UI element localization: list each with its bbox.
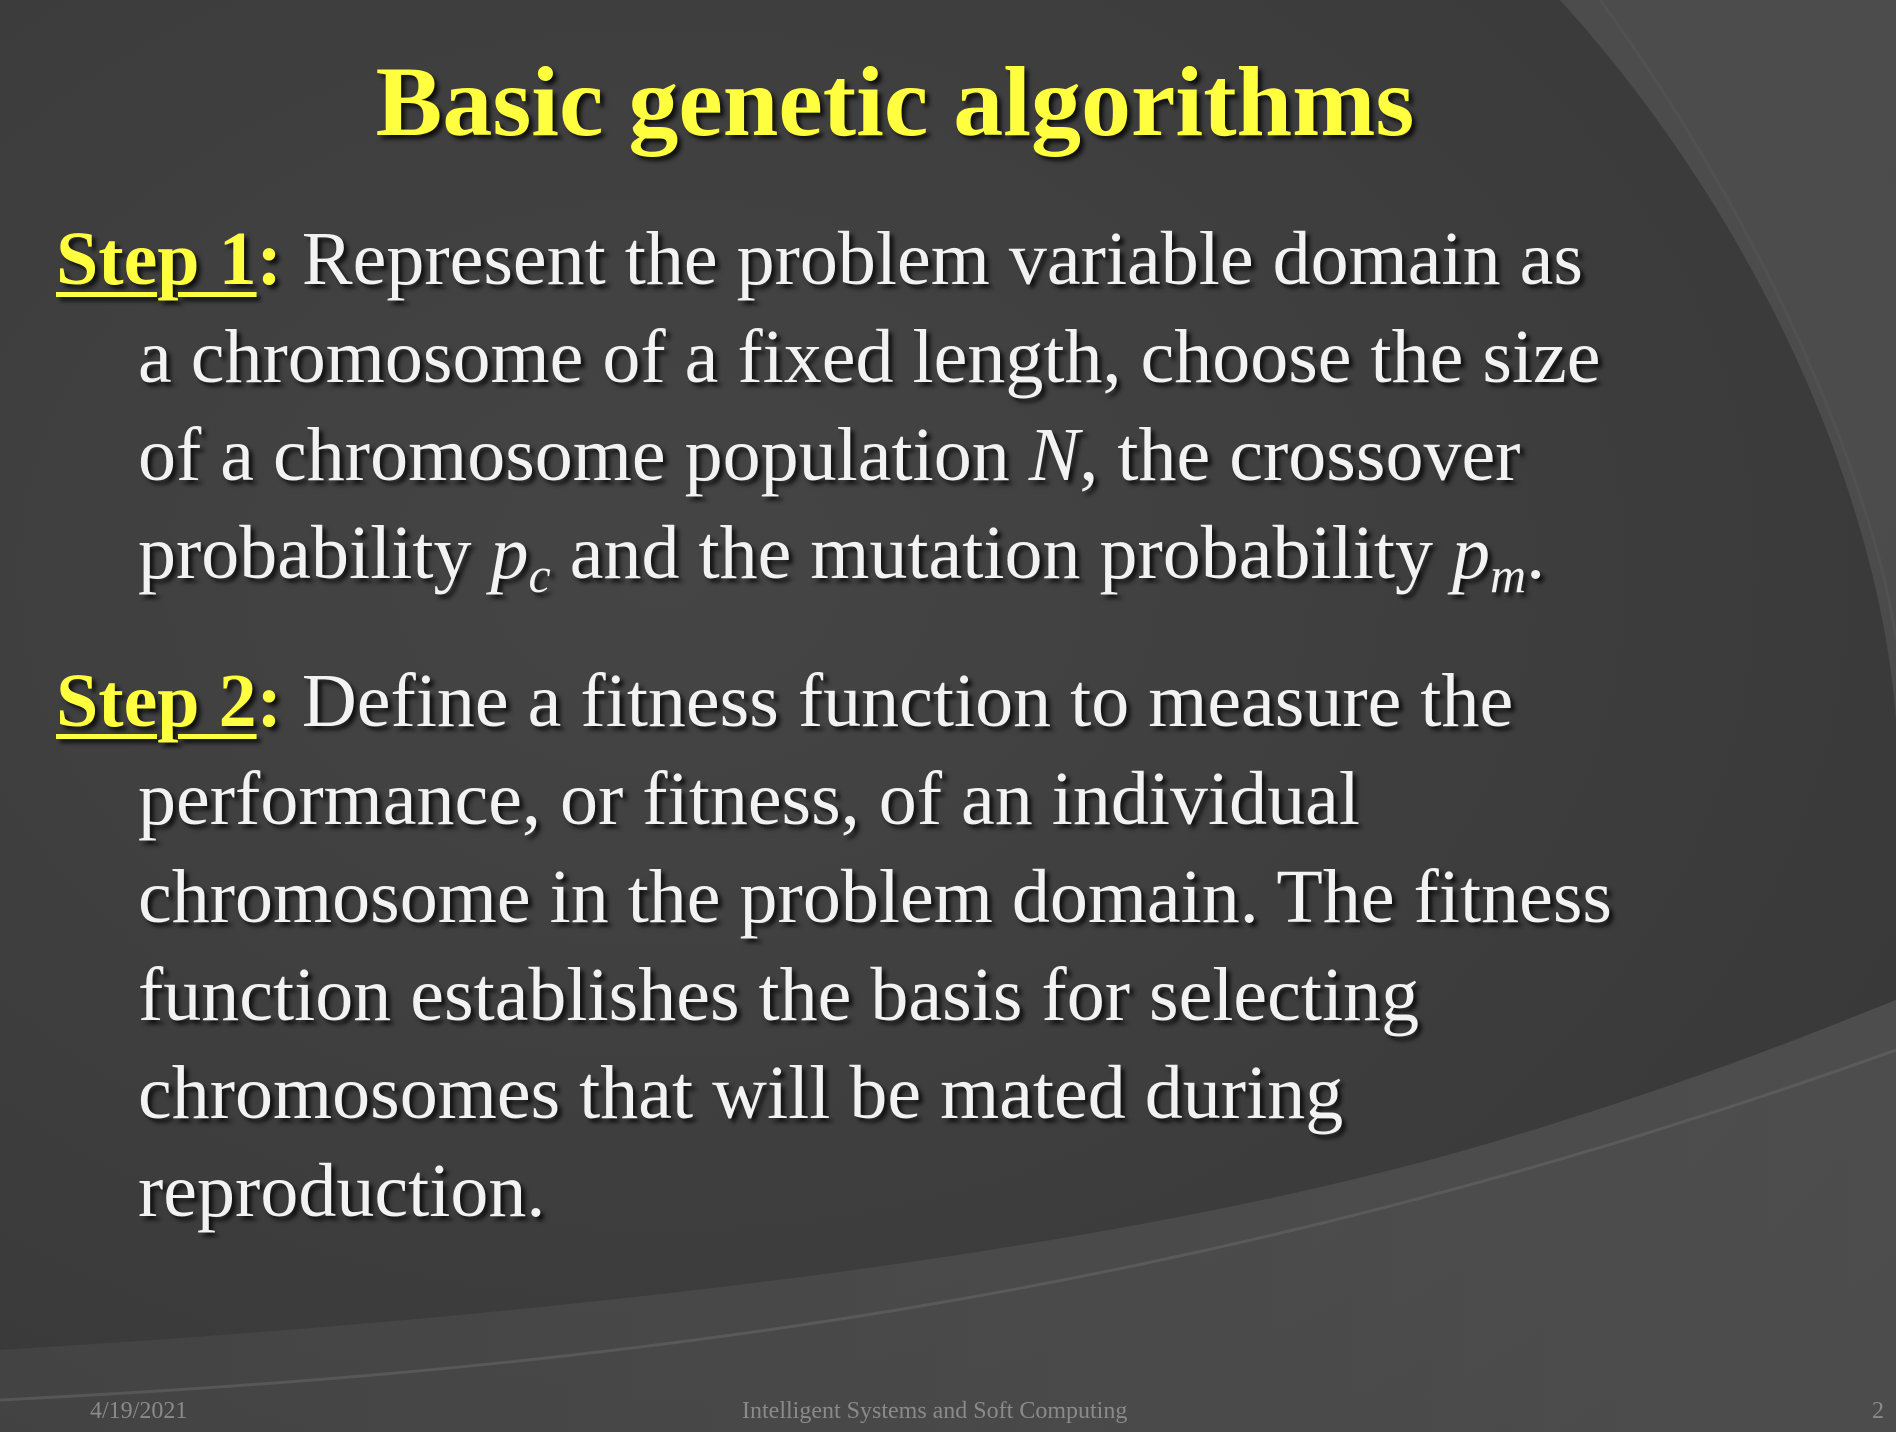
step-2-colon: : <box>256 659 282 743</box>
step-1-block: Step 1: Represent the problem variable do… <box>56 210 1756 602</box>
step-2-block: Step 2: Define a fitness function to meas… <box>56 652 1756 1240</box>
step-2-line-4: function establishes the basis for selec… <box>138 953 1420 1037</box>
step-1-line-3-a: of a chromosome population <box>138 413 1029 497</box>
slide-title: Basic genetic algorithms <box>375 46 1415 157</box>
step-1-line-4: probability pc and the mutation probabil… <box>56 504 1756 602</box>
step-1-line-2: a chromosome of a fixed length, choose t… <box>138 315 1601 399</box>
step-2-label: Step 2 <box>56 659 257 743</box>
step-2-line-1: Step 2: Define a fitness function to meas… <box>56 652 1756 750</box>
step-1-line-1: Step 1: Represent the problem variable do… <box>56 210 1756 308</box>
step-1-line-4-a: probability <box>138 511 491 595</box>
step-1-line-3-b: , the crossover <box>1079 413 1521 497</box>
step-1-text: Represent the problem variable domain as <box>301 217 1583 301</box>
footer-course-title: Intelligent Systems and Soft Computing <box>742 1398 1128 1424</box>
step-1-label: Step 1 <box>56 217 257 301</box>
step-1-line-4-b: and the mutation probability <box>550 511 1452 595</box>
mutation-probability-subscript: m <box>1490 547 1527 603</box>
population-size-variable: N <box>1028 413 1080 497</box>
step-2-text: Define a fitness function to measure the <box>301 659 1514 743</box>
step-2-line-3: chromosome in the problem domain. The fi… <box>138 855 1612 939</box>
footer-date: 4/19/2021 <box>90 1398 188 1424</box>
step-1-line-3: of a chromosome population N, the crosso… <box>56 406 1756 504</box>
crossover-probability-variable: p <box>490 511 529 595</box>
mutation-probability-variable: p <box>1452 511 1490 595</box>
footer-page-number: 2 <box>1872 1398 1884 1424</box>
step-1-line-4-c: . <box>1526 511 1546 595</box>
slide: Basic genetic algorithms Step 1: Represen… <box>0 0 1896 1432</box>
step-2-line-2: performance, or fitness, of an individua… <box>138 757 1360 841</box>
step-2-line-6: reproduction. <box>138 1149 546 1233</box>
step-1-colon: : <box>256 217 282 301</box>
crossover-probability-subscript: c <box>528 547 551 603</box>
step-2-line-5: chromosomes that will be mated during <box>138 1051 1344 1135</box>
